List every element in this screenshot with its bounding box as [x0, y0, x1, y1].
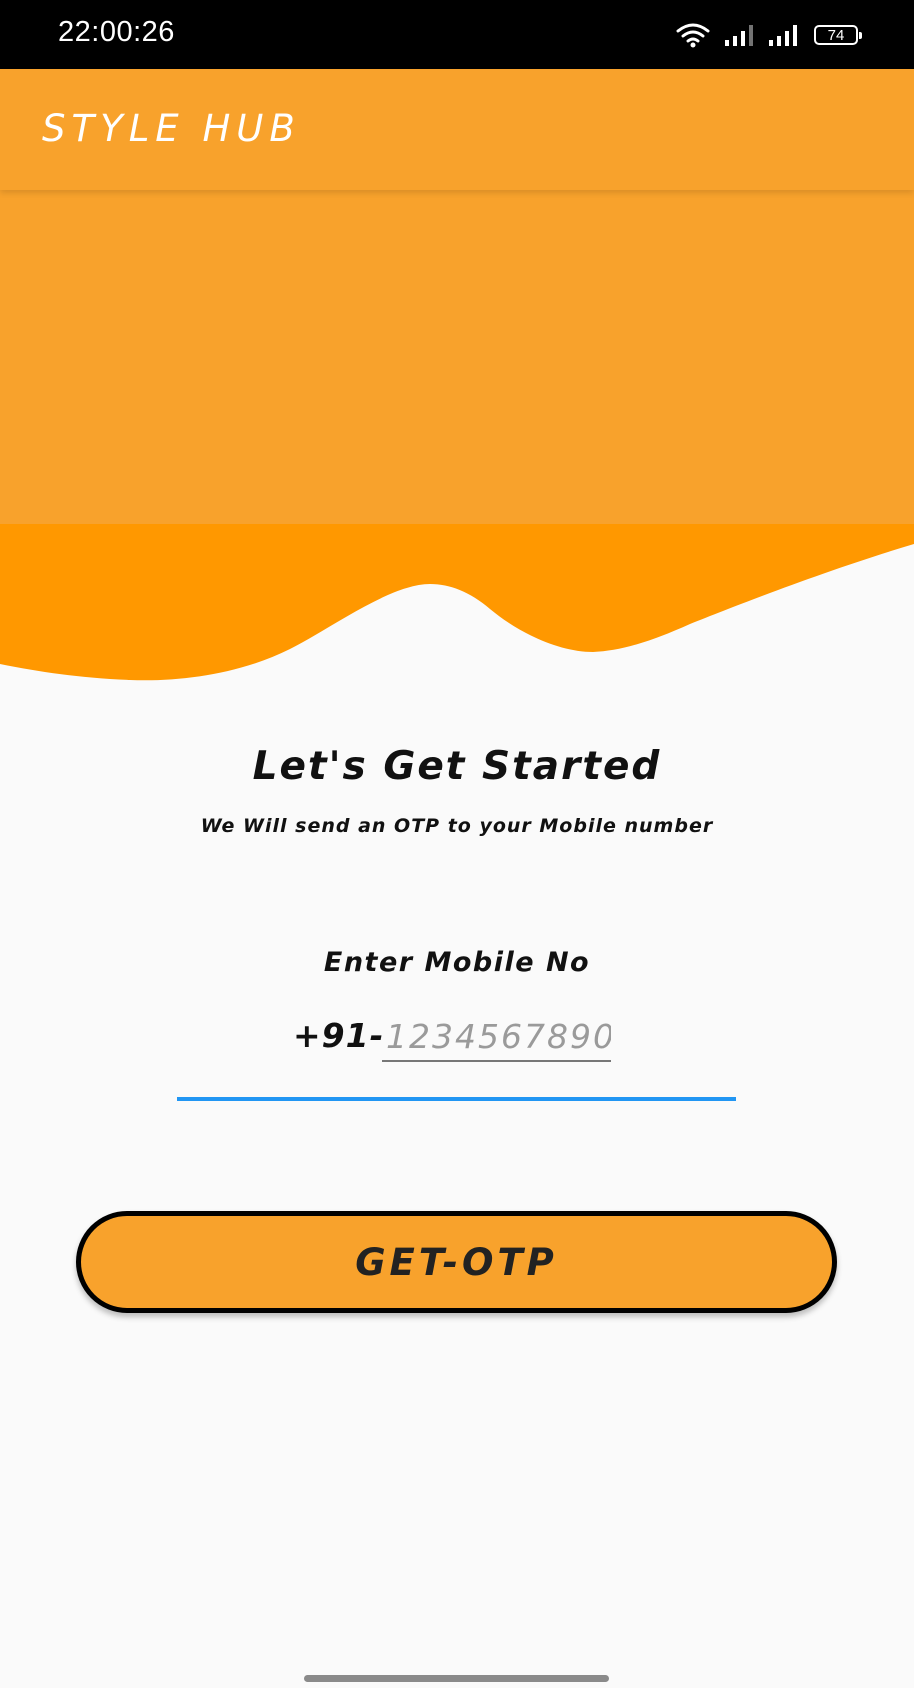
status-bar: 22:00:26 74 — [0, 0, 914, 69]
country-code-prefix: +91- — [293, 1016, 385, 1055]
page-title: Let's Get Started — [252, 744, 662, 789]
header-wave — [0, 524, 914, 681]
header-banner — [0, 190, 914, 524]
wifi-icon — [676, 22, 710, 48]
status-icons: 74 — [676, 20, 862, 50]
signal-icon — [724, 23, 754, 47]
input-underline — [177, 1097, 736, 1101]
page-subtitle: We Will send an OTP to your Mobile numbe… — [200, 815, 714, 837]
app-bar: STYLE HUB — [0, 69, 914, 190]
home-indicator[interactable] — [304, 1675, 609, 1682]
mobile-number-input[interactable] — [382, 1012, 611, 1062]
get-otp-button[interactable]: GET-OTP — [76, 1211, 837, 1313]
battery-icon: 74 — [814, 25, 862, 45]
app-title: STYLE HUB — [42, 107, 301, 150]
status-time: 22:00:26 — [58, 16, 175, 48]
signal-icon — [768, 23, 800, 47]
mobile-number-label: Enter Mobile No — [323, 947, 591, 978]
get-otp-label: GET-OTP — [355, 1240, 558, 1284]
